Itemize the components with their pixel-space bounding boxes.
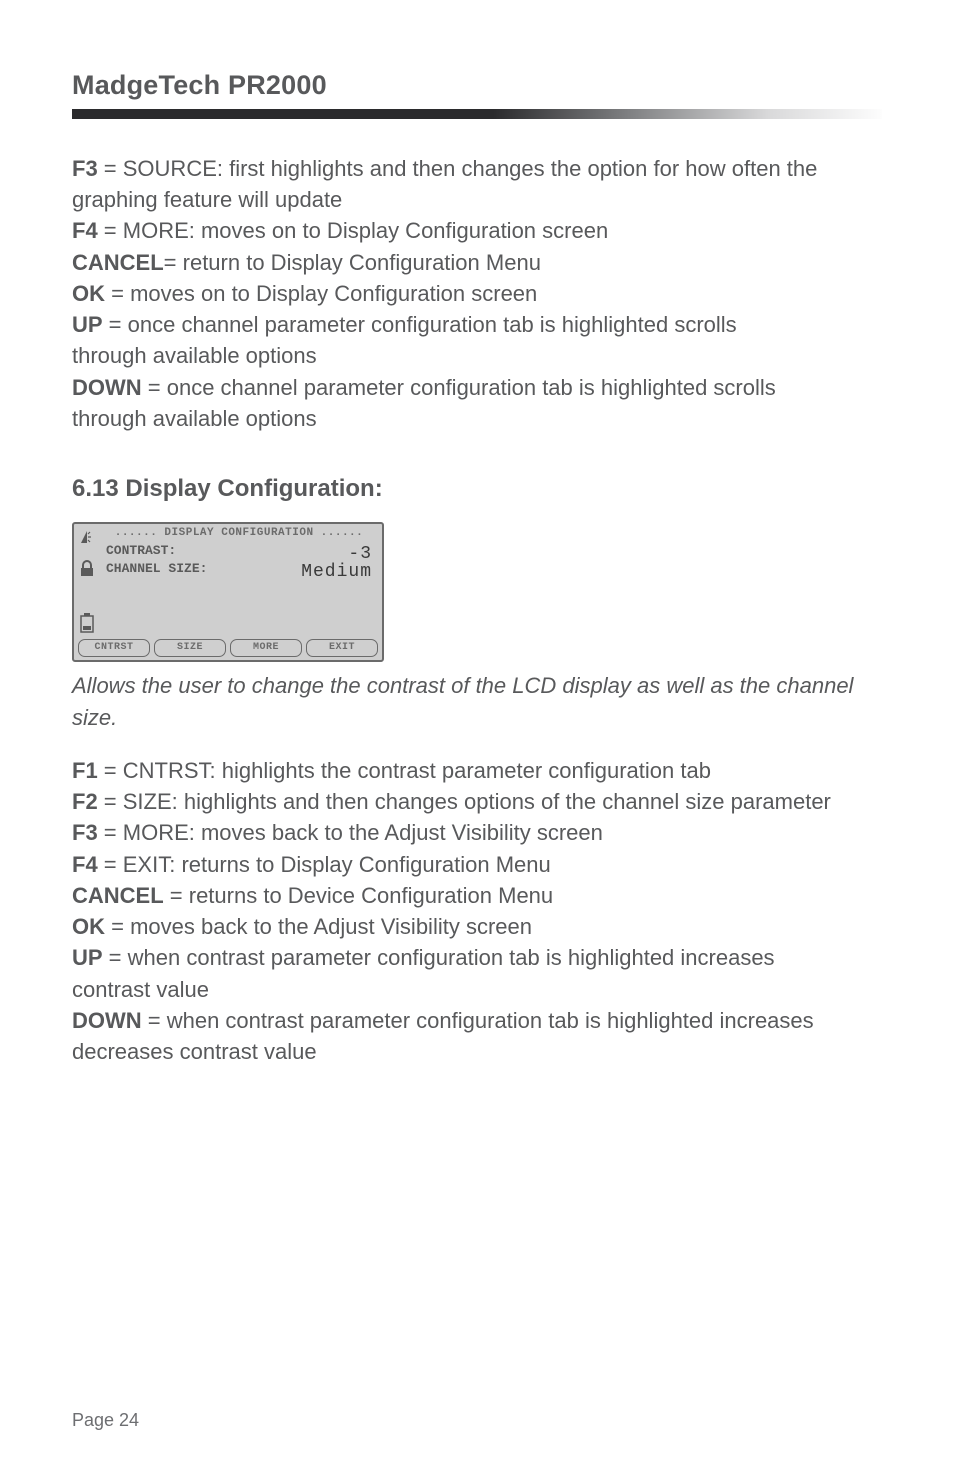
lcd-row: CHANNEL SIZE: Medium [106, 560, 372, 586]
list-item: CANCEL = returns to Device Configuration… [72, 880, 882, 911]
document-page: MadgeTech PR2000 F3 = SOURCE: first high… [0, 0, 954, 1475]
list-item: F3 = MORE: moves back to the Adjust Visi… [72, 817, 882, 848]
lcd-softkey-row: CNTRST SIZE MORE EXIT [78, 639, 378, 657]
key-desc: = once channel parameter configuration t… [142, 375, 776, 400]
list-item-cont: through available options [72, 340, 882, 371]
list-item: UP = when contrast parameter configurati… [72, 942, 882, 973]
key-label: F4 [72, 852, 98, 877]
key-desc: = SIZE: highlights and then changes opti… [98, 789, 831, 814]
list-item-cont: through available options [72, 403, 882, 434]
list-item: UP = once channel parameter configuratio… [72, 309, 882, 340]
page-title: MadgeTech PR2000 [72, 70, 882, 101]
section-heading: 6.13 Display Configuration: [72, 472, 882, 506]
key-label: CANCEL [72, 250, 164, 275]
key-label: DOWN [72, 375, 142, 400]
battery-icon [78, 612, 96, 634]
key-label: F3 [72, 820, 98, 845]
page-header: MadgeTech PR2000 [72, 70, 882, 119]
key-desc: = EXIT: returns to Display Configuration… [98, 852, 551, 877]
lock-icon [78, 560, 96, 578]
list-item: F4 = EXIT: returns to Display Configurat… [72, 849, 882, 880]
lcd-screen: ...... DISPLAY CONFIGURATION ...... CONT… [72, 522, 384, 662]
key-desc: = when contrast parameter configuration … [103, 945, 775, 970]
key-label: OK [72, 281, 105, 306]
list-item-cont: decreases contrast value [72, 1036, 882, 1067]
key-label: F2 [72, 789, 98, 814]
list-item: F1 = CNTRST: highlights the contrast par… [72, 755, 882, 786]
key-list-b: F1 = CNTRST: highlights the contrast par… [72, 755, 882, 1067]
spacer [72, 733, 882, 755]
page-number: Page 24 [72, 1410, 139, 1431]
list-item: DOWN = when contrast parameter configura… [72, 1005, 882, 1036]
figure-caption: Allows the user to change the contrast o… [72, 670, 882, 732]
list-item: F3 = SOURCE: first highlights and then c… [72, 153, 882, 184]
key-desc: = return to Display Configuration Menu [164, 250, 541, 275]
lcd-softkey: SIZE [154, 639, 226, 657]
key-desc: = CNTRST: highlights the contrast parame… [98, 758, 711, 783]
key-desc: = once channel parameter configuration t… [103, 312, 737, 337]
page-body: F3 = SOURCE: first highlights and then c… [72, 153, 882, 1067]
key-desc: = MORE: moves on to Display Configuratio… [98, 218, 609, 243]
lcd-row-value: Medium [301, 560, 372, 586]
list-item: OK = moves on to Display Configuration s… [72, 278, 882, 309]
list-item: F4 = MORE: moves on to Display Configura… [72, 215, 882, 246]
list-item: DOWN = once channel parameter configurat… [72, 372, 882, 403]
key-label: F1 [72, 758, 98, 783]
lcd-softkey: MORE [230, 639, 302, 657]
lcd-title: ...... DISPLAY CONFIGURATION ...... [104, 526, 374, 542]
key-list-a: F3 = SOURCE: first highlights and then c… [72, 153, 882, 434]
key-desc: = MORE: moves back to the Adjust Visibil… [98, 820, 603, 845]
key-desc: = SOURCE: first highlights and then chan… [98, 156, 818, 181]
key-desc: = moves on to Display Configuration scre… [105, 281, 537, 306]
signal-icon [78, 528, 96, 546]
list-item-cont: graphing feature will update [72, 184, 882, 215]
key-desc: = moves back to the Adjust Visibility sc… [105, 914, 532, 939]
lcd-screenshot: ...... DISPLAY CONFIGURATION ...... CONT… [72, 522, 384, 662]
list-item: OK = moves back to the Adjust Visibility… [72, 911, 882, 942]
key-label: OK [72, 914, 105, 939]
key-label: DOWN [72, 1008, 142, 1033]
list-item: F2 = SIZE: highlights and then changes o… [72, 786, 882, 817]
key-label: UP [72, 312, 103, 337]
key-desc: = returns to Device Configuration Menu [164, 883, 553, 908]
list-item-cont: contrast value [72, 974, 882, 1005]
header-rule [72, 109, 882, 119]
lcd-softkey: CNTRST [78, 639, 150, 657]
lcd-row-label: CHANNEL SIZE: [106, 560, 207, 586]
lcd-softkey: EXIT [306, 639, 378, 657]
key-desc: = when contrast parameter configuration … [142, 1008, 814, 1033]
key-label: F3 [72, 156, 98, 181]
list-item: CANCEL= return to Display Configuration … [72, 247, 882, 278]
key-label: UP [72, 945, 103, 970]
key-label: F4 [72, 218, 98, 243]
key-label: CANCEL [72, 883, 164, 908]
